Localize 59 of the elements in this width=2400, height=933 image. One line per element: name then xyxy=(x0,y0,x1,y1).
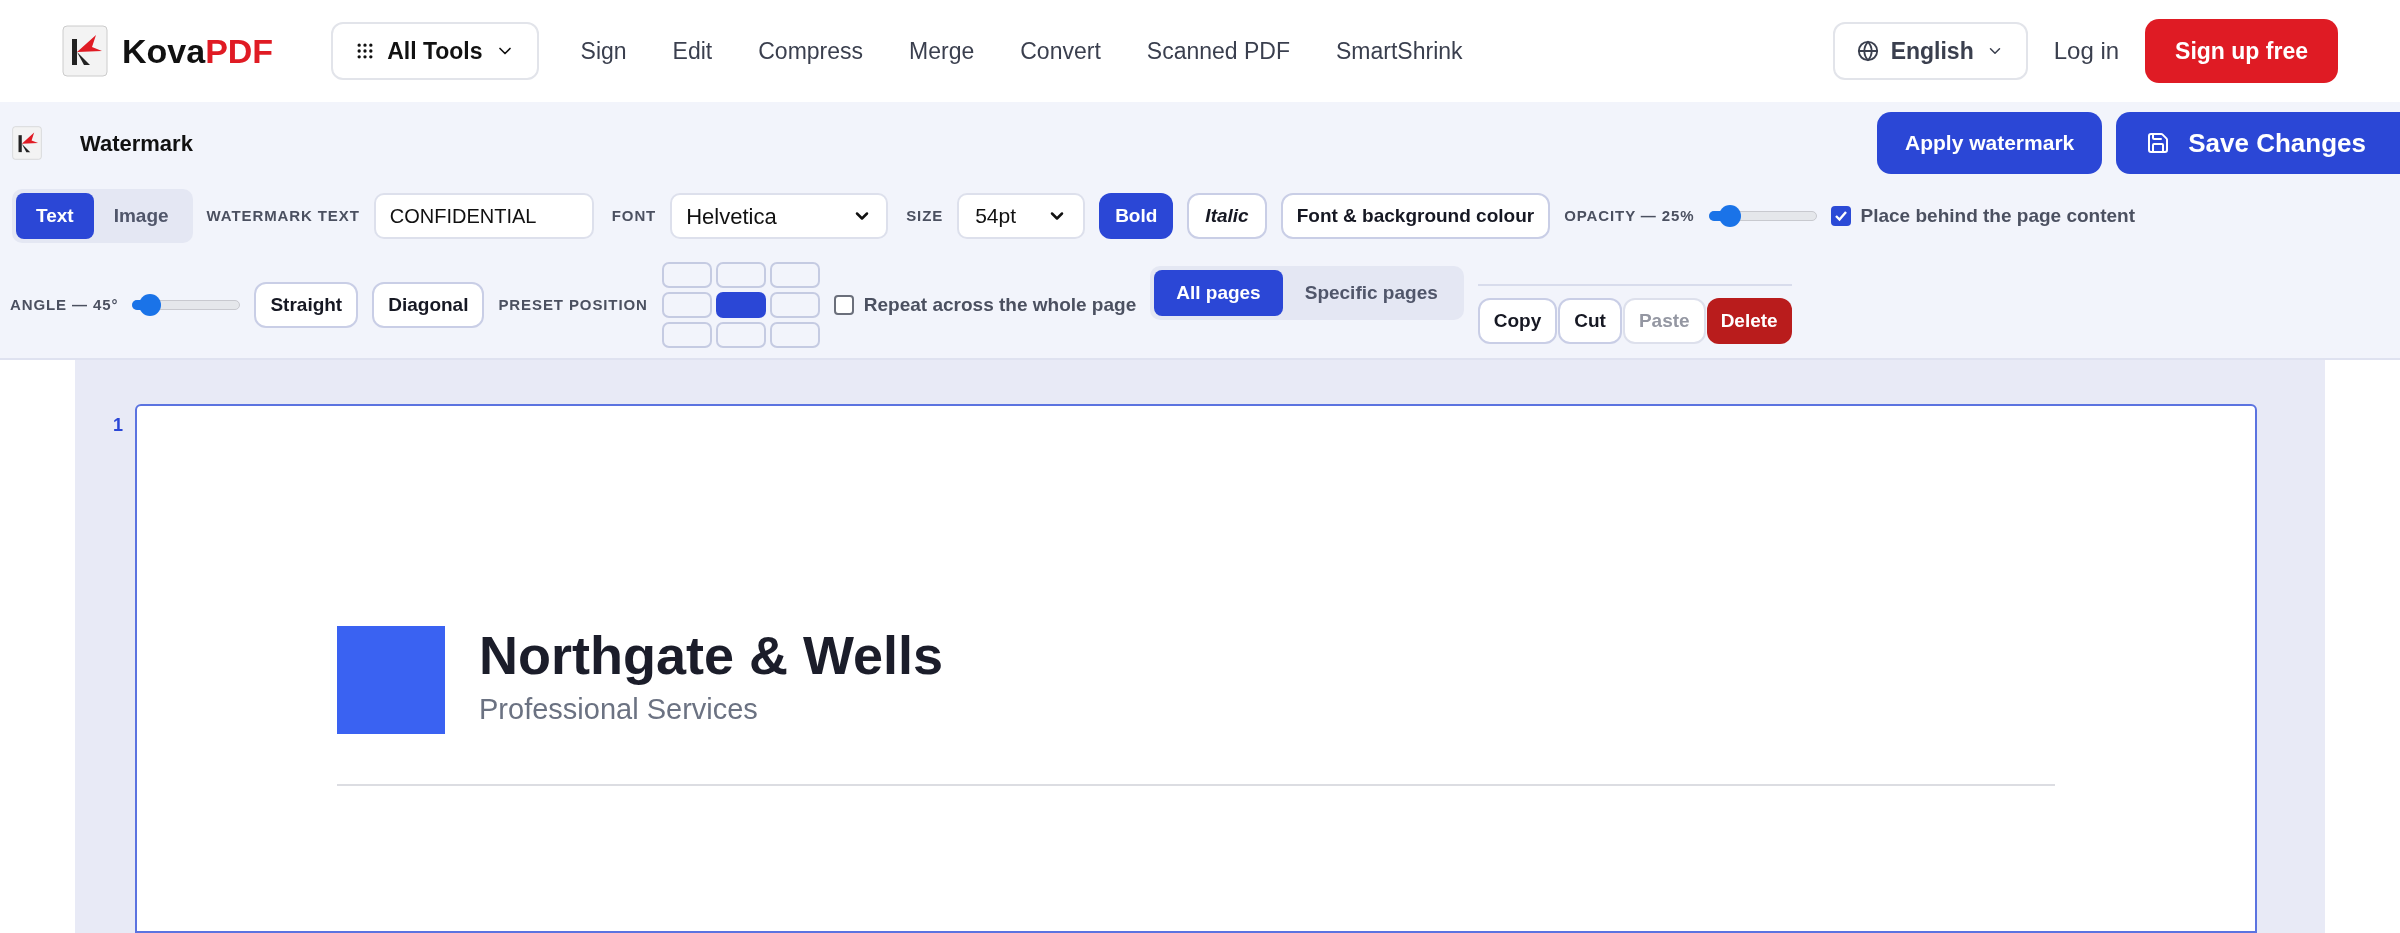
style-toggle[interactable]: Italic xyxy=(1187,193,1267,239)
style-toggle[interactable]: Bold xyxy=(1099,193,1174,239)
orientation-button[interactable]: Diagonal xyxy=(372,282,485,328)
angle-label: ANGLE — 45° xyxy=(10,294,119,315)
checkmark-icon xyxy=(1833,209,1848,223)
nav-link[interactable]: Scanned PDF xyxy=(1146,33,1290,69)
position-cell[interactable] xyxy=(715,292,766,318)
login-link[interactable]: Log in xyxy=(2053,33,2120,69)
nav-link[interactable]: SmartShrink xyxy=(1336,33,1463,69)
position-cell[interactable] xyxy=(769,262,820,288)
pages-tab[interactable]: All pages xyxy=(1154,270,1283,316)
mode-tab[interactable]: Text xyxy=(16,193,94,239)
all-tools-button[interactable]: All Tools xyxy=(331,22,539,80)
action-button[interactable]: Copy xyxy=(1477,298,1558,344)
checkbox-label: Place behind the page content xyxy=(1860,203,2136,228)
action-button[interactable]: Delete xyxy=(1706,298,1792,344)
nav-link[interactable]: Convert xyxy=(1020,33,1101,69)
preset-label: PRESET POSITION xyxy=(498,294,648,315)
logo-icon xyxy=(12,126,42,160)
save-changes-button[interactable]: Save Changes xyxy=(2116,112,2400,174)
logo-icon xyxy=(62,25,108,77)
position-cell[interactable] xyxy=(769,292,820,318)
signup-button[interactable]: Sign up free xyxy=(2145,19,2338,83)
angle-slider[interactable] xyxy=(132,294,241,316)
save-icon xyxy=(2146,131,2171,155)
position-cell[interactable] xyxy=(661,262,712,288)
position-cell[interactable] xyxy=(715,262,766,288)
field-label: FONT xyxy=(611,205,657,226)
tool-title: Watermark xyxy=(80,129,193,158)
field-label: WATERMARK TEXT xyxy=(206,205,360,226)
font-select[interactable]: Helvetica xyxy=(670,193,889,239)
nav-link[interactable]: Sign xyxy=(580,33,627,69)
nav-link[interactable]: Compress xyxy=(758,33,864,69)
nav-link[interactable]: Merge xyxy=(909,33,975,69)
action-button[interactable]: Cut xyxy=(1558,298,1622,344)
opacity-slider[interactable] xyxy=(1708,205,1817,227)
position-cell[interactable] xyxy=(661,322,712,348)
language-button[interactable]: English xyxy=(1832,22,2028,80)
checkbox-label: Repeat across the whole page xyxy=(863,292,1137,317)
position-cell[interactable] xyxy=(715,322,766,348)
behind-checkbox[interactable] xyxy=(1830,206,1851,226)
apply-watermark-button[interactable]: Apply watermark xyxy=(1877,112,2103,174)
nav-link[interactable]: Edit xyxy=(672,33,713,69)
company-tagline: Professional Services xyxy=(479,692,759,728)
pages-tab[interactable]: Specific pages xyxy=(1282,270,1460,316)
orientation-button[interactable]: Straight xyxy=(254,282,359,328)
repeat-checkbox[interactable] xyxy=(833,295,854,315)
mode-tab[interactable]: Image xyxy=(93,193,189,239)
opacity-label: OPACITY — 25% xyxy=(1564,205,1695,226)
field-label: SIZE xyxy=(906,205,944,226)
watermark-text-field[interactable]: CONFIDENTIAL xyxy=(373,193,594,239)
brand-name[interactable]: KovaPDF xyxy=(122,25,274,77)
colour-button[interactable]: Font & background colour xyxy=(1280,193,1551,239)
globe-icon xyxy=(1856,40,1879,62)
size-select[interactable]: 54pt xyxy=(957,193,1086,239)
position-cell[interactable] xyxy=(769,322,820,348)
company-name: Northgate & Wells xyxy=(479,628,944,683)
page-number: 1 xyxy=(113,414,123,437)
position-cell[interactable] xyxy=(661,292,712,318)
